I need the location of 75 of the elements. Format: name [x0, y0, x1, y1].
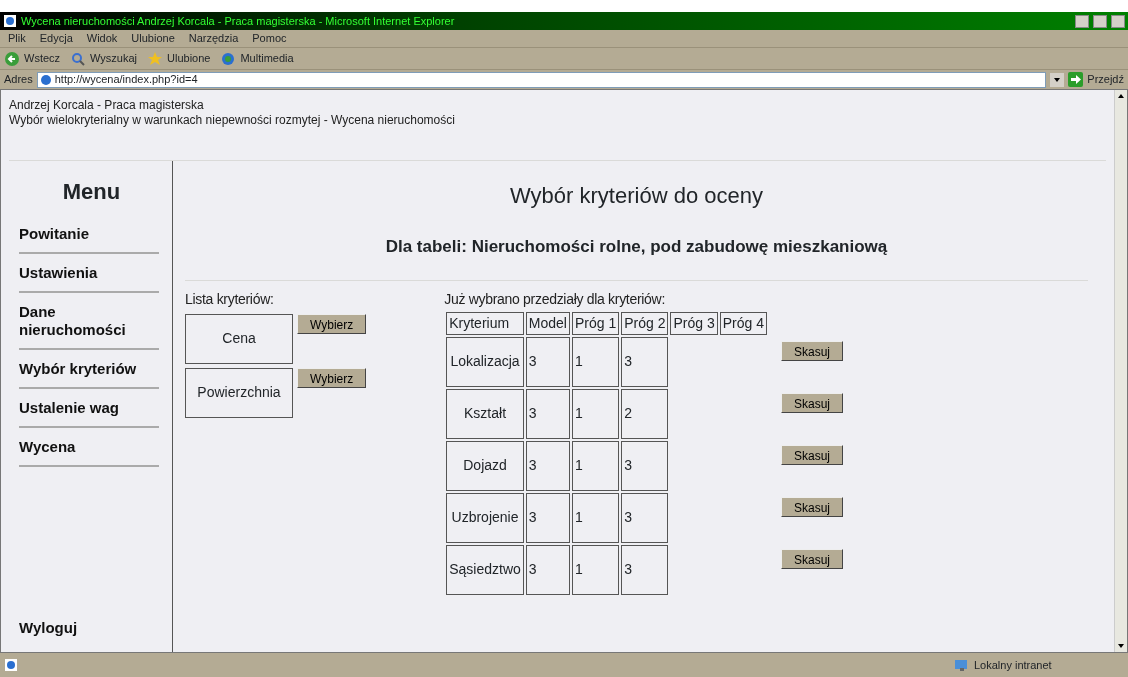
dropdown-icon[interactable] — [1050, 72, 1065, 87]
search-icon — [70, 50, 87, 67]
page-icon — [39, 73, 52, 86]
address-field[interactable]: http://wycena/index.php?id=4 — [36, 71, 1047, 88]
table-cell: Lokalizacja — [446, 336, 524, 387]
delete-button[interactable]: Skasuj — [780, 548, 843, 569]
select-button[interactable]: Wybierz — [297, 367, 367, 388]
zone-label: Lokalny intranet — [974, 657, 1053, 673]
table-cell: Kształt — [446, 388, 524, 439]
page-subtitle: Dla tabeli: Nieruchomości rolne, pod zabudowę mieszkaniową — [384, 236, 889, 258]
column-header: Próg 3 — [670, 311, 718, 335]
table-label: Już wybrano przedziały dla kryteriów: — [444, 289, 666, 309]
delete-button[interactable]: Skasuj — [780, 496, 843, 517]
column-header: Próg 4 — [719, 311, 767, 335]
window-title: Wycena nieruchomości Andrzej Korcala - Praca magisterska - Microsoft Internet Explorer — [21, 13, 456, 29]
toolbar-button[interactable]: Multimedia — [220, 50, 294, 67]
page-icon — [4, 658, 18, 672]
menu-link[interactable]: Ustawienia — [19, 260, 159, 294]
column-header: Próg 2 — [621, 311, 669, 335]
table-cell: 1 — [571, 492, 620, 543]
table-cell: 3 — [525, 388, 570, 439]
criterion-cell: Powierzchnia — [185, 367, 293, 418]
scrollbar[interactable] — [1114, 90, 1127, 652]
toolbar-button[interactable]: Wyszukaj — [70, 50, 138, 67]
table-cell: 3 — [525, 492, 570, 543]
browser-icon — [3, 14, 17, 28]
minimize-button[interactable] — [1075, 14, 1089, 28]
menu-item[interactable]: Ulubione — [131, 30, 175, 47]
menu-link[interactable]: Wycena — [19, 434, 159, 468]
table-cell: 1 — [571, 440, 620, 491]
menu-item[interactable]: Plik — [8, 30, 26, 47]
delete-button[interactable]: Skasuj — [780, 444, 843, 465]
table-cell: Sąsiedztwo — [446, 544, 524, 595]
table-cell: 1 — [571, 336, 620, 387]
column-header: Model — [525, 311, 570, 335]
table-cell: 3 — [621, 440, 669, 491]
delete-button[interactable]: Skasuj — [780, 340, 843, 361]
maximize-button[interactable] — [1093, 14, 1107, 28]
table-cell: 3 — [525, 544, 570, 595]
menu-link[interactable]: Ustalenie wag — [19, 395, 159, 429]
table-cell: 3 — [621, 336, 669, 387]
delete-button[interactable]: Skasuj — [780, 392, 843, 413]
header-text: Andrzej Korcala - Praca magisterska — [9, 98, 205, 113]
header-text: Wybór wielokryterialny w warunkach niepewności rozmytej - Wycena nieruchomości — [9, 113, 456, 128]
toolbar-button[interactable]: Wstecz — [4, 50, 61, 67]
column-header: Kryterium — [446, 311, 524, 335]
go-button[interactable]: Przejdź — [1087, 71, 1124, 88]
menu-item[interactable]: Narzędzia — [188, 30, 239, 47]
table-cell: Uzbrojenie — [446, 492, 524, 543]
select-button[interactable]: Wybierz — [297, 313, 367, 334]
table-cell: 3 — [525, 336, 570, 387]
menu-item[interactable]: Pomoc — [252, 30, 287, 47]
criterion-cell: Cena — [185, 313, 293, 364]
logout-link[interactable]: Wyloguj — [19, 615, 159, 646]
criteria-label: Lista kryteriów: — [185, 289, 275, 309]
menu-link[interactable]: Wybór kryteriów — [19, 356, 159, 390]
star-icon — [147, 50, 164, 67]
table-cell: 3 — [621, 544, 669, 595]
menu-link[interactable]: Powitanie — [19, 221, 159, 255]
toolbar-button[interactable]: Ulubione — [147, 50, 211, 67]
table-cell: 1 — [571, 544, 620, 595]
column-header: Próg 1 — [571, 311, 620, 335]
table-cell: 3 — [621, 492, 669, 543]
table-cell: 3 — [525, 440, 570, 491]
menu-link[interactable]: Dane nieruchomości — [19, 299, 159, 351]
menu-item[interactable]: Widok — [86, 30, 118, 47]
close-button[interactable] — [1111, 14, 1125, 28]
address-label: Adres — [4, 72, 33, 88]
menu-item[interactable]: Edycja — [39, 30, 73, 47]
menu-heading: Menu — [61, 179, 122, 206]
page-title: Wybór kryteriów do oceny — [509, 182, 764, 210]
network-icon — [954, 658, 970, 672]
table-cell: 2 — [621, 388, 669, 439]
table-cell: Dojazd — [446, 440, 524, 491]
table-cell: 1 — [571, 388, 620, 439]
